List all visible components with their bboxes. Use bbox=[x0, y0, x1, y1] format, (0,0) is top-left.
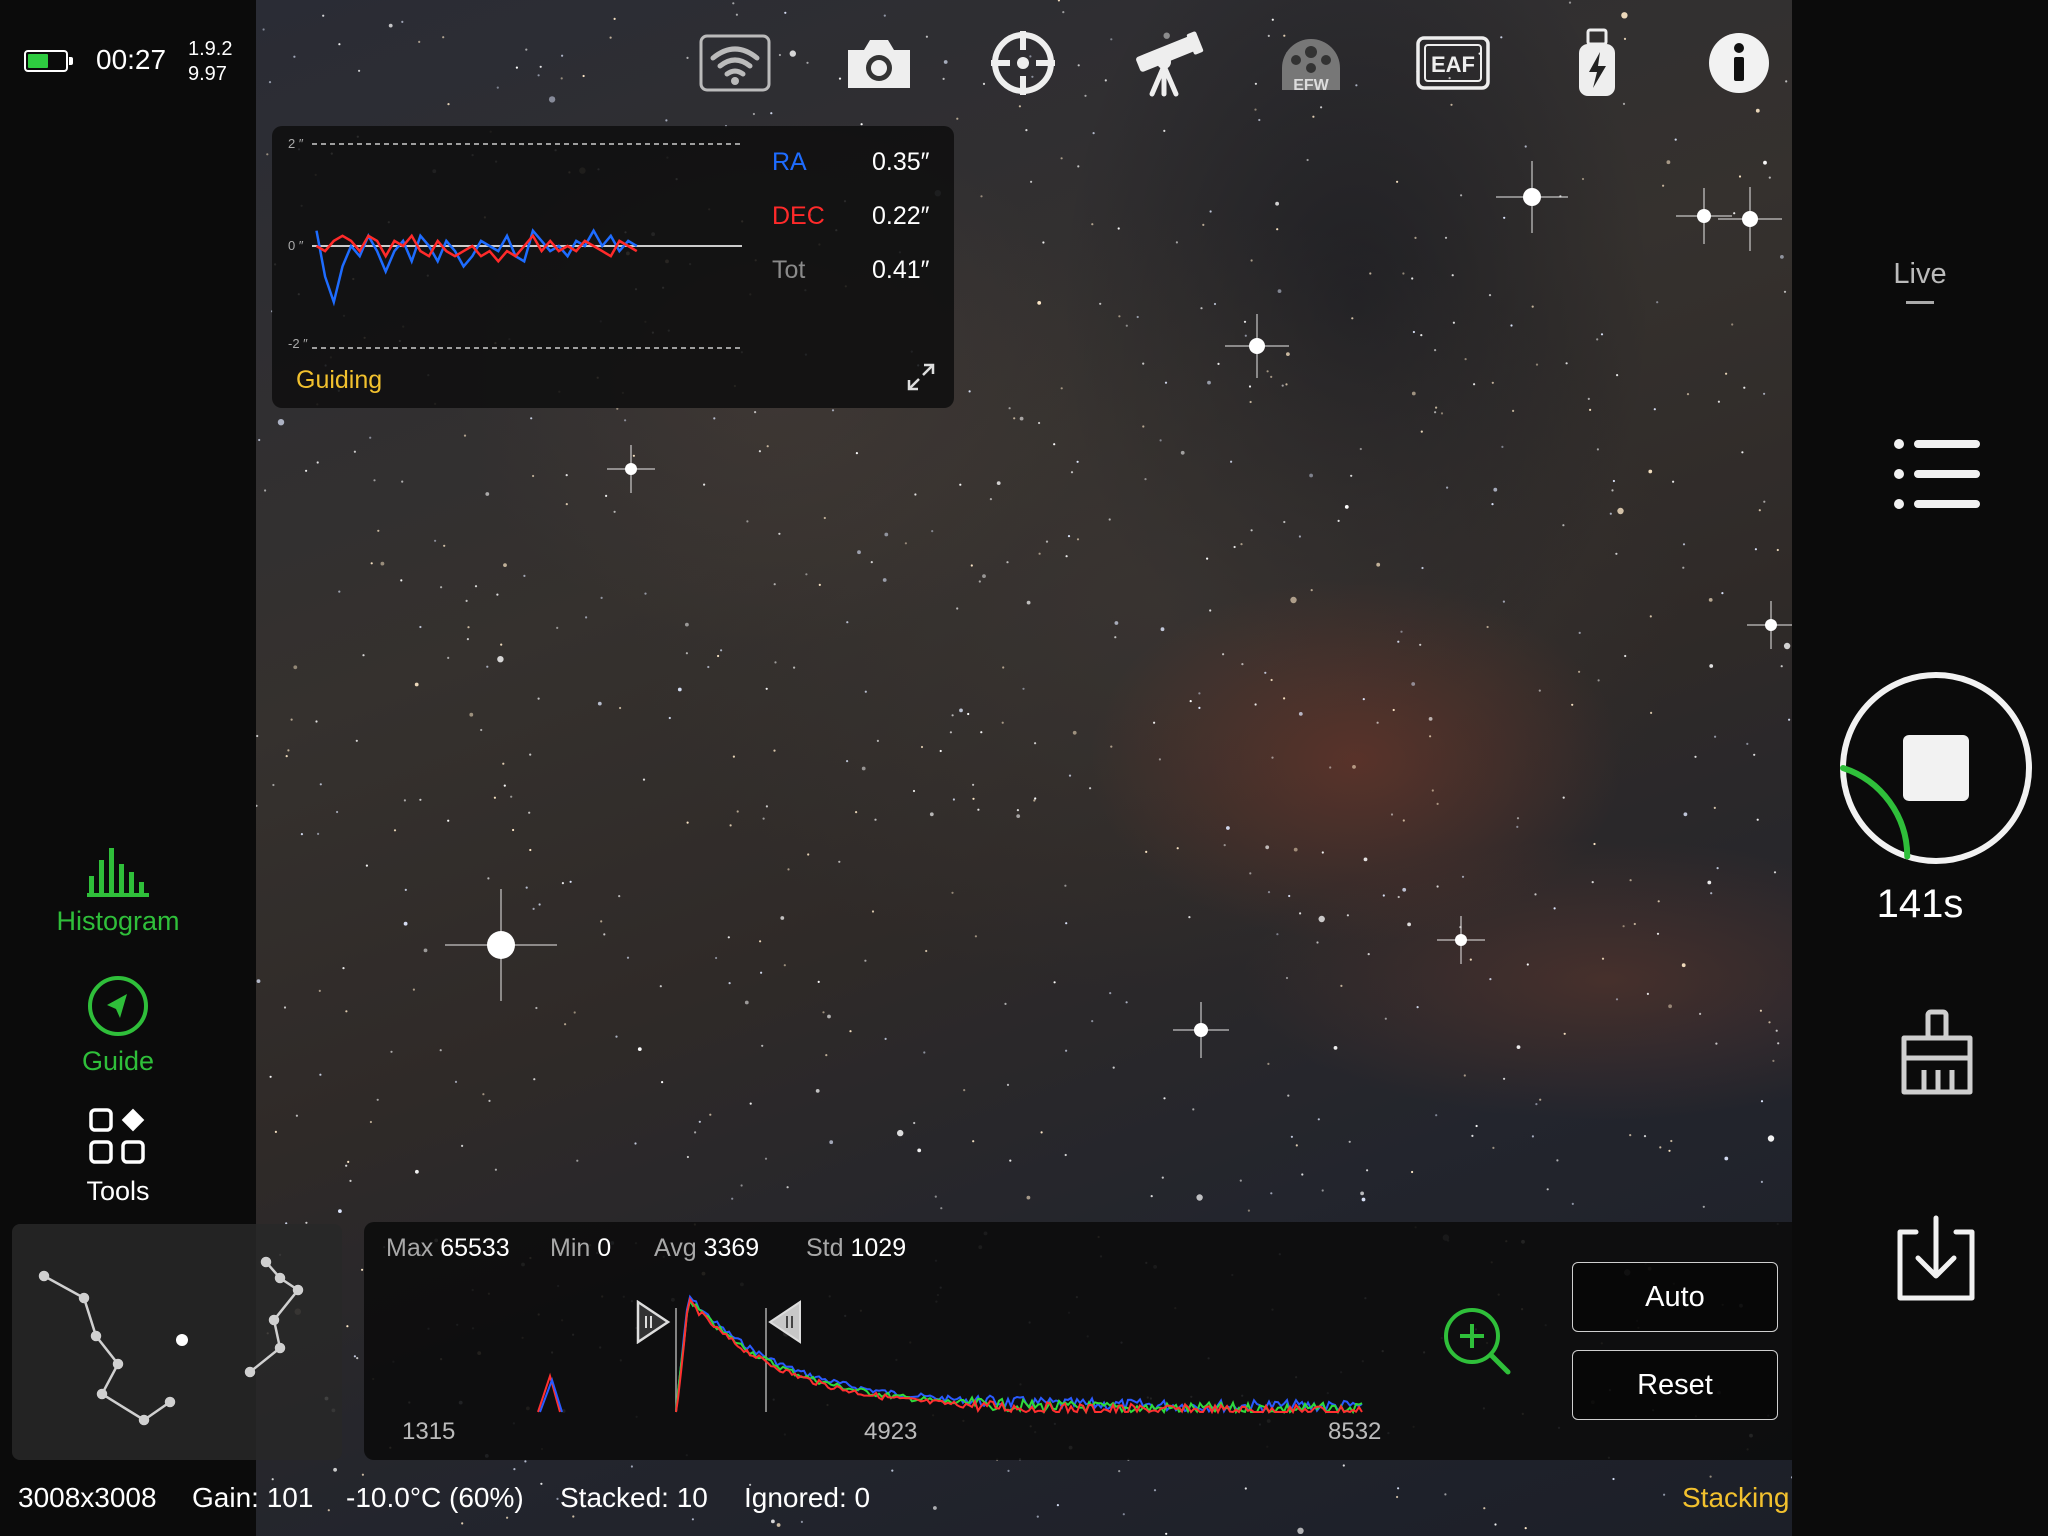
white-point-handle[interactable] bbox=[766, 1300, 804, 1344]
status-mode: Stacking bbox=[1682, 1482, 1790, 1513]
guide-button[interactable]: Guide bbox=[0, 974, 236, 1077]
dec-label: DEC bbox=[772, 202, 825, 230]
live-label: Live bbox=[1893, 258, 1947, 290]
eaf-focuser-icon: EAF bbox=[1416, 36, 1490, 90]
stat-max: Max 65533 bbox=[386, 1234, 510, 1262]
guiding-panel[interactable]: 2 ″ 0 ″ -2 ″ RA 0.35″ DEC 0.22″ Tot 0.41… bbox=[272, 126, 954, 408]
usb-storage-icon bbox=[1579, 28, 1615, 96]
clock: 00:27 bbox=[96, 44, 167, 75]
download-save-icon[interactable] bbox=[1888, 1212, 1984, 1308]
efw-button[interactable]: EFW bbox=[1274, 28, 1348, 98]
constellation-mini-map[interactable] bbox=[12, 1224, 342, 1460]
wifi-icon bbox=[699, 34, 771, 92]
guide-axis-mid: 0 ″ bbox=[288, 238, 304, 253]
status-gain: Gain: 101 bbox=[192, 1482, 314, 1513]
black-point-handle[interactable] bbox=[634, 1300, 672, 1344]
zoom-in-icon[interactable] bbox=[1442, 1306, 1512, 1376]
camera-button[interactable] bbox=[842, 28, 916, 98]
menu-list-icon[interactable] bbox=[1892, 436, 1982, 512]
tools-grid-icon bbox=[89, 1108, 145, 1164]
guiding-title: Guiding bbox=[296, 366, 383, 394]
histogram-label: Histogram bbox=[56, 906, 180, 936]
status-stacked: Stacked: 10 bbox=[560, 1482, 708, 1513]
right-sidebar: Live 141s bbox=[1792, 0, 2048, 1536]
hist-x-left: 1315 bbox=[402, 1418, 456, 1445]
stop-icon bbox=[1903, 735, 1969, 801]
tot-label: Tot bbox=[772, 256, 806, 284]
stat-min: Min 0 bbox=[550, 1234, 612, 1262]
eaf-button[interactable]: EAF bbox=[1414, 28, 1490, 98]
constellation-icon bbox=[38, 1256, 304, 1426]
histogram-button[interactable]: Histogram bbox=[0, 846, 236, 937]
telescope-mount-icon bbox=[1136, 31, 1204, 97]
expand-icon[interactable] bbox=[906, 362, 936, 392]
guide-axis-bottom: -2 ″ bbox=[288, 336, 308, 351]
dec-value: 0.22″ bbox=[872, 202, 930, 230]
status-temperature: -10.0°C (60%) bbox=[346, 1482, 524, 1513]
exposure-timer: 141s bbox=[1876, 882, 1964, 926]
eaf-label: EAF bbox=[1431, 52, 1475, 77]
efw-filter-wheel-icon: EFW bbox=[1282, 39, 1340, 94]
stop-capture-button[interactable] bbox=[1836, 668, 2036, 868]
guide-compass-icon bbox=[88, 976, 148, 1036]
info-icon bbox=[1709, 33, 1769, 93]
wifi-button[interactable] bbox=[698, 28, 772, 98]
efw-label: EFW bbox=[1293, 77, 1329, 94]
status-ignored: Ignored: 0 bbox=[744, 1482, 871, 1513]
version-line-1: 1.9.2 bbox=[188, 38, 233, 60]
guide-graph bbox=[312, 143, 742, 349]
ra-label: RA bbox=[772, 148, 807, 176]
hist-x-mid: 4923 bbox=[864, 1418, 918, 1445]
stat-avg: Avg 3369 bbox=[654, 1234, 760, 1262]
tools-label: Tools bbox=[86, 1176, 150, 1206]
guide-crosshair-icon bbox=[991, 31, 1055, 95]
live-tab[interactable]: Live bbox=[1792, 258, 2048, 304]
info-button[interactable] bbox=[1702, 28, 1776, 98]
guide-axis-top: 2 ″ bbox=[288, 136, 304, 151]
tools-button[interactable]: Tools bbox=[0, 1106, 236, 1207]
hist-x-right: 8532 bbox=[1328, 1418, 1382, 1445]
histogram-panel: Max 65533 Min 0 Avg 3369 Std 1029 1315 4… bbox=[364, 1222, 1802, 1460]
tot-value: 0.41″ bbox=[872, 256, 930, 284]
mount-button[interactable] bbox=[1130, 28, 1204, 98]
stat-std: Std 1029 bbox=[806, 1234, 907, 1262]
camera-icon bbox=[848, 40, 910, 88]
clear-brush-icon[interactable] bbox=[1892, 1008, 1982, 1098]
battery-icon bbox=[24, 50, 73, 72]
auto-button[interactable]: Auto bbox=[1572, 1262, 1778, 1332]
reset-button[interactable]: Reset bbox=[1572, 1350, 1778, 1420]
histogram-icon bbox=[87, 848, 149, 897]
guide-label: Guide bbox=[81, 1046, 155, 1076]
ra-value: 0.35″ bbox=[872, 148, 930, 176]
status-resolution: 3008x3008 bbox=[18, 1482, 157, 1513]
histogram-graph bbox=[537, 1294, 1363, 1415]
usb-storage-button[interactable] bbox=[1560, 28, 1634, 98]
version-line-2: 9.97 bbox=[188, 63, 227, 85]
crosshair-button[interactable] bbox=[986, 28, 1060, 98]
